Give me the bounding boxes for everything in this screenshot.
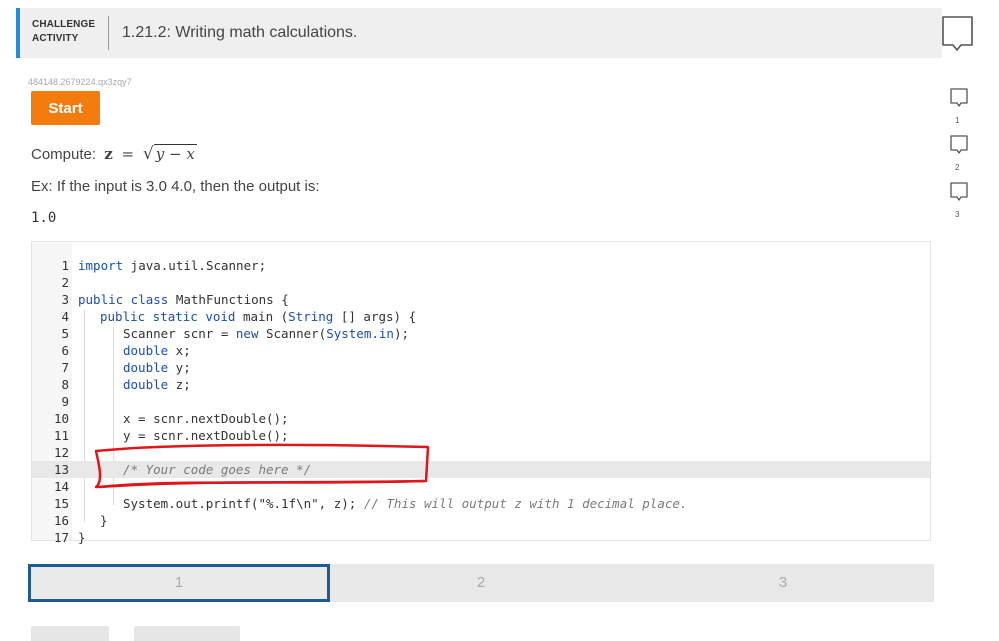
line-number: 16	[53, 513, 69, 528]
code-line: 5 Scanner scnr = new Scanner(System.in);	[32, 325, 930, 342]
line-number: 8	[61, 377, 69, 392]
line-number: 11	[53, 428, 69, 443]
header-divider	[108, 16, 109, 50]
code-token: }	[100, 513, 108, 528]
code-token: main (	[235, 309, 289, 324]
activity-title: 1.21.2: Writing math calculations.	[122, 24, 358, 41]
seed-id: 484148.2679224.qx3zqy7	[28, 77, 132, 87]
level-3-number: 3	[955, 210, 960, 219]
code-line: 14	[32, 478, 930, 495]
line-number: 7	[61, 360, 69, 375]
level-2-indicator-icon	[950, 135, 968, 154]
code-token: MathFunctions {	[168, 292, 289, 307]
line-number: 15	[53, 496, 69, 511]
radicand: y − x	[153, 144, 197, 163]
level-1-number: 1	[955, 116, 960, 125]
code-token: public class	[78, 292, 169, 307]
example-output: 1.0	[31, 210, 57, 226]
code-line: 9	[32, 393, 930, 410]
code-comment: /* Your code goes here */	[123, 462, 312, 477]
step-1[interactable]: 1	[28, 564, 330, 602]
code-token: public static void	[100, 309, 236, 324]
code-token: double	[123, 343, 169, 358]
badge-line-1: CHALLENGE	[32, 19, 96, 30]
badge-line-2: ACTIVITY	[32, 33, 79, 44]
code-token: double	[123, 360, 169, 375]
code-token: );	[393, 326, 409, 341]
code-token: z;	[168, 377, 191, 392]
code-token: [] args) {	[333, 309, 417, 324]
code-line-active[interactable]: 13 /* Your code goes here */	[32, 461, 930, 478]
code-line: 17}	[32, 529, 930, 546]
code-line: 3 public class MathFunctions {	[32, 291, 930, 308]
line-number: 14	[53, 479, 69, 494]
line-number: 5	[61, 326, 69, 341]
step-2[interactable]: 2	[330, 564, 632, 602]
code-token: String	[288, 309, 334, 324]
line-number: 2	[61, 275, 69, 290]
code-line: 12	[32, 444, 930, 461]
code-token: x = scnr.nextDouble();	[123, 411, 289, 426]
line-number: 17	[53, 530, 69, 545]
chat-bubble-icon[interactable]	[941, 15, 974, 52]
compute-prompt: Compute: z = √ y − x	[31, 144, 197, 166]
formula: z = √ y − x	[104, 144, 197, 164]
code-line: 10 x = scnr.nextDouble();	[32, 410, 930, 427]
square-root: √ y − x	[143, 144, 197, 164]
code-line: 16}	[32, 512, 930, 529]
formula-equals: =	[121, 145, 135, 163]
code-token: Scanner scnr =	[123, 326, 236, 341]
code-line: 4 public static void main (String [] args…	[32, 308, 930, 325]
check-button[interactable]	[31, 626, 109, 641]
level-1-indicator-icon	[950, 88, 968, 107]
progress-steps: 1 2 3	[28, 564, 934, 602]
code-line: 11 y = scnr.nextDouble();	[32, 427, 930, 444]
code-line: 15 System.out.printf("%.1f\n", z); // Thi…	[32, 495, 930, 512]
code-line: 2	[32, 274, 930, 291]
code-line: 7 double y;	[32, 359, 930, 376]
code-token: new	[235, 326, 259, 341]
level-3-indicator-icon	[950, 182, 968, 201]
step-3[interactable]: 3	[632, 564, 934, 602]
code-token: java.util.Scanner;	[123, 258, 267, 273]
code-token: y = scnr.nextDouble();	[123, 428, 289, 443]
example-text: Ex: If the input is 3.0 4.0, then the ou…	[31, 178, 320, 195]
code-token: double	[123, 377, 169, 392]
activity-type-badge: CHALLENGE ACTIVITY	[32, 18, 95, 46]
radical-sign-icon: √	[142, 144, 154, 164]
line-number: 1	[61, 258, 69, 273]
compute-label: Compute:	[31, 146, 97, 163]
line-number: 3	[61, 292, 69, 307]
code-token: x;	[168, 343, 191, 358]
code-token: System.in	[326, 326, 394, 341]
challenge-activity: CHALLENGE ACTIVITY 1.21.2: Writing math …	[16, 8, 942, 641]
formula-z: z	[104, 145, 113, 163]
start-button[interactable]: Start	[31, 91, 100, 125]
code-token: System.out.printf("%.1f\n", z);	[123, 496, 364, 511]
code-token: }	[78, 530, 86, 545]
code-line: 8 double z;	[32, 376, 930, 393]
level-2-number: 2	[955, 163, 960, 172]
code-line: 6 double x;	[32, 342, 930, 359]
code-token: y;	[168, 360, 191, 375]
code-token: Scanner(	[258, 326, 327, 341]
activity-header: CHALLENGE ACTIVITY 1.21.2: Writing math …	[16, 8, 942, 58]
code-line: 1 import java.util.Scanner;	[32, 257, 930, 274]
next-level-button[interactable]	[134, 626, 240, 641]
line-number: 4	[61, 309, 69, 324]
line-number: 9	[61, 394, 69, 409]
line-number: 6	[61, 343, 69, 358]
code-token: import	[78, 258, 124, 273]
line-number: 10	[53, 411, 69, 426]
line-number: 12	[53, 445, 69, 460]
code-editor[interactable]: 1 import java.util.Scanner; 2 3 public cla…	[31, 241, 931, 545]
line-number: 13	[53, 462, 69, 477]
code-comment: // This will output z with 1 decimal pla…	[363, 496, 688, 511]
